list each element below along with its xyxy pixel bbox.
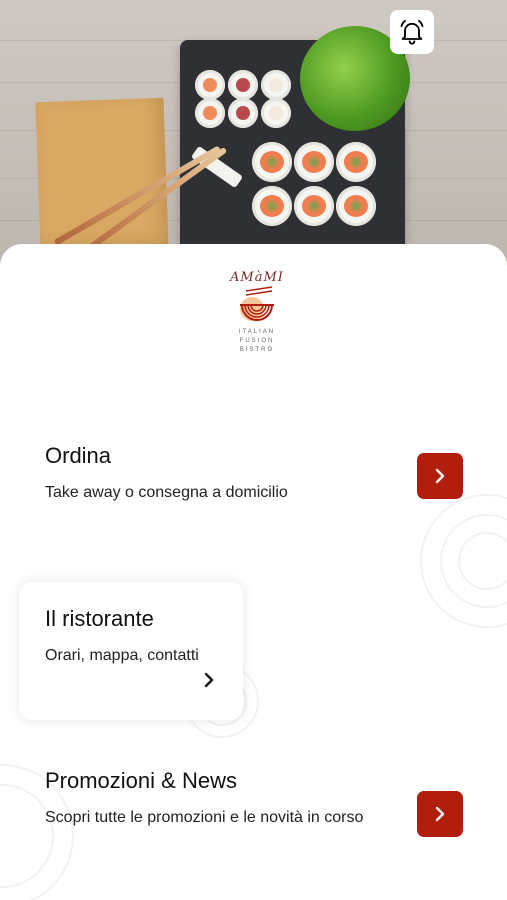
- brand-logo: AMàMI ITALIAN FUSION BISTRÒ: [222, 270, 292, 365]
- brand-tagline-1: ITALIAN: [238, 329, 276, 335]
- noodle-bowl-icon: [240, 286, 274, 321]
- chevron-right-icon: [204, 672, 214, 688]
- chevron-right-icon: [435, 806, 445, 822]
- brand-tagline-3: BISTRÒ: [239, 347, 275, 353]
- brand-tagline-2: FUSION: [239, 338, 275, 344]
- bell-icon: [400, 19, 424, 45]
- promotions-subtitle: Scopri tutte le promozioni e le novità i…: [45, 809, 364, 826]
- restaurant-title: Il ristorante: [45, 606, 154, 631]
- restaurant-subtitle: Orari, mappa, contatti: [45, 647, 199, 664]
- napkin: [35, 97, 169, 253]
- restaurant-card[interactable]: Il ristorante Orari, mappa, contatti: [19, 582, 243, 720]
- promotions-title: Promozioni & News: [45, 768, 237, 793]
- order-button[interactable]: [417, 453, 463, 499]
- order-title: Ordina: [45, 443, 112, 468]
- notification-button[interactable]: [390, 10, 434, 54]
- order-subtitle: Take away o consegna a domicilio: [45, 484, 288, 501]
- chevron-right-icon: [435, 468, 445, 484]
- promotions-button[interactable]: [417, 791, 463, 837]
